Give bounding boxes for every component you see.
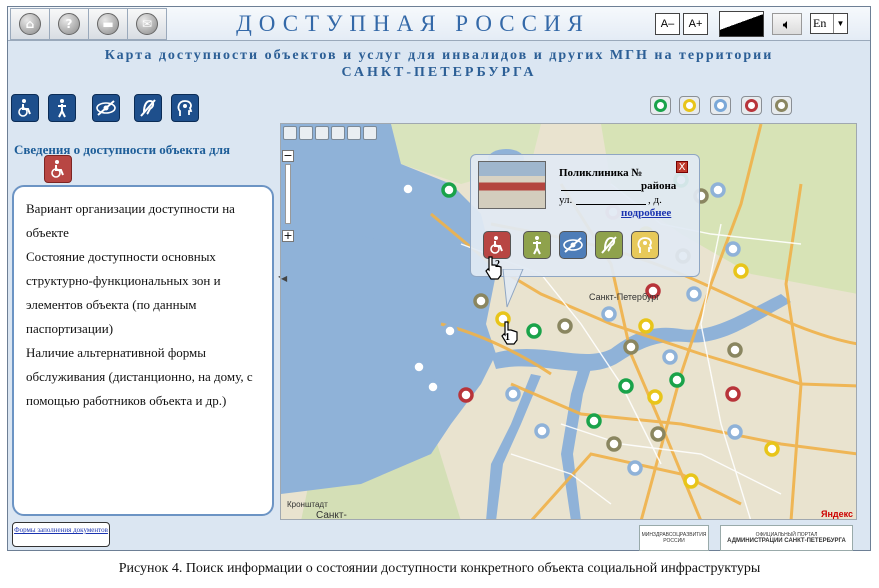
ministry-logo[interactable]: МИНЗДРАВСОЦРАЗВИТИЯ РОССИИ xyxy=(639,525,709,551)
font-smaller-button[interactable]: А– xyxy=(655,13,680,35)
head-icon xyxy=(177,100,193,116)
chevron-down-icon: ▼ xyxy=(833,14,847,33)
info-item[interactable]: Наличие альтернативной формы обслуживани… xyxy=(26,341,260,413)
popup-vision-button[interactable] xyxy=(559,231,587,259)
popup-mental-button[interactable] xyxy=(631,231,659,259)
language-select[interactable]: En ▼ xyxy=(810,13,848,34)
sound-button[interactable]: 🔈︎ xyxy=(772,13,802,35)
popup-street-label: ул. xyxy=(559,194,573,206)
top-toolbar: ⌂ ? ▬ ✉ ДОСТУПНАЯ РОССИЯ А– А+ 🔈︎ En ▼ xyxy=(8,7,870,41)
popup-street-line xyxy=(576,193,646,205)
app-title: ДОСТУПНАЯ РОССИЯ xyxy=(236,11,590,36)
pen-tool-icon[interactable] xyxy=(331,126,345,140)
hand-tool-icon[interactable] xyxy=(283,126,297,140)
red-ring-icon xyxy=(745,99,758,112)
standing-person-icon xyxy=(58,99,66,118)
map-label-city: Санкт-Петербург xyxy=(589,292,660,302)
filter-red-button[interactable] xyxy=(741,96,762,115)
home-icon: ⌂ xyxy=(19,13,41,35)
mail-icon: ✉ xyxy=(136,13,158,35)
green-ring-icon xyxy=(654,99,667,112)
city-portal-logo-text: АДМИНИСТРАЦИИ САНКТ-ПЕТЕРБУРГА xyxy=(727,538,846,544)
olive-ring-icon xyxy=(775,99,788,112)
category-musculoskeletal-button[interactable] xyxy=(48,94,76,122)
map-provider-logo: Яндекс xyxy=(821,509,854,519)
wheelchair-icon xyxy=(490,236,503,254)
popup-hearing-button[interactable] xyxy=(595,231,623,259)
marker-tool-icon[interactable] xyxy=(347,126,361,140)
cursor-label-2: 2 xyxy=(495,259,500,270)
category-wheelchair-button[interactable] xyxy=(11,94,39,122)
wheelchair-icon xyxy=(51,160,64,178)
popup-title: Поликлиника № xyxy=(559,167,643,179)
map-pan-left-icon[interactable]: ◀ xyxy=(281,274,287,283)
filter-blue-button[interactable] xyxy=(710,96,731,115)
info-item[interactable]: Вариант организации доступности на объек… xyxy=(26,197,260,245)
standing-person-icon xyxy=(533,236,541,255)
help-icon: ? xyxy=(58,13,80,35)
home-button[interactable]: ⌂ xyxy=(10,8,50,40)
info-panel: Вариант организации доступности на объек… xyxy=(12,185,274,516)
map-label-bottom-city: Санкт- xyxy=(316,510,347,520)
zoom-tool-icon[interactable] xyxy=(299,126,313,140)
app-window: ⌂ ? ▬ ✉ ДОСТУПНАЯ РОССИЯ А– А+ 🔈︎ En ▼ К… xyxy=(7,6,871,551)
category-mental-button[interactable] xyxy=(171,94,199,122)
city-portal-logo[interactable]: ОФИЦИАЛЬНЫЙ ПОРТАЛ АДМИНИСТРАЦИИ САНКТ-П… xyxy=(720,525,853,551)
forms-link[interactable]: Формы заполнения документов xyxy=(12,522,110,547)
subtitle-line2: САНКТ-ПЕТЕРБУРГА xyxy=(341,65,537,80)
head-icon xyxy=(637,237,653,253)
yellow-ring-icon xyxy=(683,99,696,112)
zoom-slider[interactable] xyxy=(285,164,291,224)
info-item[interactable]: Состояние доступности основных структурн… xyxy=(26,245,260,341)
category-vision-button[interactable] xyxy=(92,94,120,122)
filter-yellow-button[interactable] xyxy=(679,96,700,115)
filter-olive-button[interactable] xyxy=(771,96,792,115)
wheelchair-icon xyxy=(18,99,31,117)
language-value: En xyxy=(813,16,827,30)
popup-district: района xyxy=(641,180,677,192)
print-button[interactable]: ▬ xyxy=(88,8,128,40)
popup-musculoskeletal-button[interactable] xyxy=(523,231,551,259)
selected-category-wheelchair[interactable] xyxy=(44,155,72,183)
blue-ring-icon xyxy=(714,99,727,112)
crossed-ear-icon xyxy=(601,236,617,254)
object-photo xyxy=(478,161,546,209)
layers-tool-icon[interactable] xyxy=(363,126,377,140)
zoom-out-button[interactable]: − xyxy=(282,150,294,162)
map-label-kronstadt: Кронштадт xyxy=(287,500,328,509)
popup-blank-line xyxy=(561,179,641,191)
popup-more-link[interactable]: подробнее xyxy=(621,206,671,220)
page-subtitle: Карта доступности объектов и услуг для и… xyxy=(8,47,870,81)
filter-green-button[interactable] xyxy=(650,96,671,115)
crossed-eye-icon xyxy=(563,237,583,253)
figure-caption: Рисунок 4. Поиск информации о состоянии … xyxy=(118,561,761,576)
crossed-eye-icon xyxy=(96,100,116,116)
hand-cursor-icon: 2 xyxy=(483,255,505,281)
popup-house-label: , д. xyxy=(648,194,662,206)
help-button[interactable]: ? xyxy=(49,8,89,40)
ruler-tool-icon[interactable] xyxy=(315,126,329,140)
print-icon: ▬ xyxy=(97,13,119,35)
hand-cursor-icon: 1 xyxy=(499,320,521,346)
map-toolbar xyxy=(281,124,381,142)
contrast-button[interactable] xyxy=(719,11,764,37)
zoom-in-button[interactable]: + xyxy=(282,230,294,242)
cursor-label-1: 1 xyxy=(505,332,510,343)
mail-button[interactable]: ✉ xyxy=(127,8,167,40)
subtitle-line1: Карта доступности объектов и услуг для и… xyxy=(104,48,774,63)
category-hearing-button[interactable] xyxy=(134,94,162,122)
close-icon[interactable]: X xyxy=(676,161,688,173)
crossed-ear-icon xyxy=(140,99,156,117)
sound-icon: 🔈︎ xyxy=(782,16,792,32)
font-larger-button[interactable]: А+ xyxy=(683,13,708,35)
